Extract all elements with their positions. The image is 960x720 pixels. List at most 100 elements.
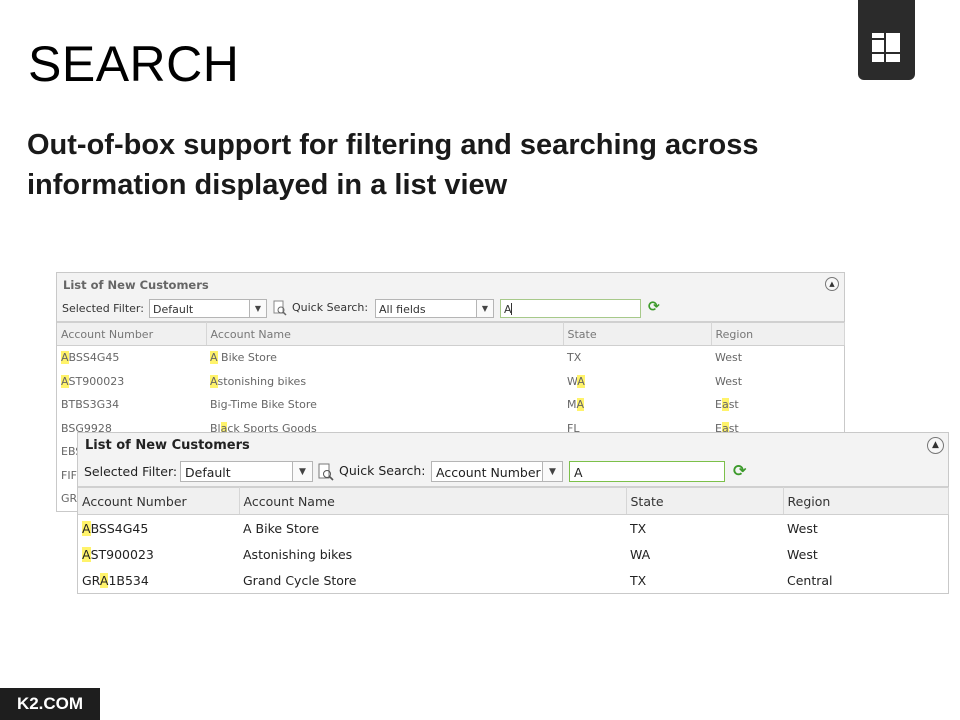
table-cell: TX [626, 515, 783, 542]
column-header[interactable]: Account Name [206, 322, 564, 346]
search-highlight: a [721, 398, 729, 412]
selected-filter-label: Selected Filter: [62, 302, 144, 315]
footer-brand: K2.COM [0, 688, 100, 720]
column-header[interactable]: State [626, 487, 784, 515]
table-cell: West [711, 346, 844, 370]
cell-text: st [728, 398, 739, 412]
cell-text: TX [630, 520, 647, 536]
table-cell: TX [563, 346, 711, 370]
quick-search-label: Quick Search: [292, 301, 369, 314]
quick-search-field-dropdown[interactable]: All fields ▼ [375, 299, 494, 318]
column-header[interactable]: Account Name [239, 487, 627, 515]
chevron-down-icon[interactable]: ▼ [292, 462, 312, 481]
table-cell: East [711, 393, 844, 417]
search-highlight: A [576, 398, 585, 412]
search-highlight: A [577, 374, 585, 388]
selected-filter-label: Selected Filter: [84, 464, 178, 479]
search-highlight: A [82, 520, 91, 536]
collapse-up-icon[interactable]: ▲ [927, 437, 944, 454]
table-row[interactable]: AST900023 Astonishing bikes WA West [78, 541, 948, 567]
table-row[interactable]: BTBS3G34 Big-Time Bike Store MA East [57, 393, 844, 417]
table-cell: ABSS4G45 [78, 515, 239, 542]
table-cell: A Bike Store [239, 515, 626, 542]
table-cell: Grand Cycle Store [239, 567, 626, 593]
chevron-down-icon[interactable]: ▼ [476, 300, 493, 317]
refresh-icon[interactable]: ⟳ [733, 461, 746, 480]
cell-text: Astonishing bikes [243, 546, 353, 562]
table-cell: Astonishing bikes [239, 541, 626, 567]
search-highlight: A [210, 374, 218, 388]
panel-title: List of New Customers [85, 438, 250, 453]
table-cell: BTBS3G34 [57, 393, 206, 417]
search-input[interactable]: A [569, 461, 725, 482]
quick-search-icon [273, 300, 287, 319]
column-header[interactable]: Account Number [57, 322, 207, 346]
chevron-down-icon[interactable]: ▼ [249, 300, 266, 317]
search-highlight: A [210, 351, 218, 365]
table-cell: AST900023 [78, 541, 239, 567]
cell-text: ST900023 [68, 374, 125, 388]
panel-title: List of New Customers [63, 278, 209, 292]
panel-header: List of New Customers ▲ [78, 433, 948, 459]
filter-toolbar: Selected Filter: Default ▼ Quick Search:… [78, 458, 948, 487]
table-cell: West [711, 370, 844, 394]
k2-grid-logo-icon [858, 0, 915, 80]
list-panel-account-number: List of New Customers ▲ Selected Filter:… [77, 432, 949, 594]
table-row[interactable]: ABSS4G45 A Bike Store TX West [78, 515, 948, 542]
table-cell: WA [626, 541, 783, 567]
search-highlight: A [61, 351, 69, 365]
slide-title: SEARCH [28, 36, 240, 92]
cell-text: 1B534 [108, 572, 149, 588]
table-row[interactable]: AST900023 Astonishing bikes WA West [57, 370, 844, 394]
cell-text: GR [82, 572, 100, 588]
table-cell: West [783, 515, 948, 542]
cell-text: West [715, 351, 743, 365]
quick-search-label: Quick Search: [339, 463, 426, 478]
table-cell: Astonishing bikes [206, 370, 563, 394]
customers-table: Account Number Account Name State Region AB… [78, 487, 949, 593]
search-highlight: A [61, 374, 69, 388]
cell-text: TX [567, 351, 582, 365]
selected-filter-dropdown[interactable]: Default ▼ [180, 461, 313, 482]
panel-header: List of New Customers ▲ [57, 273, 844, 297]
table-row[interactable]: GRA1B534 Grand Cycle Store TX Central [78, 567, 948, 593]
search-highlight: A [82, 546, 91, 562]
cell-text: BSS4G45 [90, 520, 149, 536]
cell-text: GR [61, 492, 78, 506]
table-cell: West [783, 541, 948, 567]
cell-text: BTBS3G34 [61, 398, 120, 412]
table-cell: WA [563, 370, 711, 394]
column-header[interactable]: Region [711, 322, 845, 346]
quick-search-icon [318, 463, 334, 484]
cell-text: FIF [61, 468, 77, 482]
cell-text: BSS4G45 [68, 351, 120, 365]
quick-search-field-dropdown[interactable]: Account Number ▼ [431, 461, 563, 482]
table-cell: MA [563, 393, 711, 417]
table-row[interactable]: ABSS4G45 A Bike Store TX West [57, 346, 844, 370]
table-cell: TX [626, 567, 783, 593]
table-cell: GRA1B534 [78, 567, 239, 593]
collapse-up-icon[interactable]: ▲ [825, 277, 839, 291]
table-cell: A Bike Store [206, 346, 563, 370]
cell-text: Bike Store [217, 351, 277, 365]
selected-filter-dropdown[interactable]: Default ▼ [149, 299, 267, 318]
table-cell: Big-Time Bike Store [206, 393, 563, 417]
slide-subtitle: Out-of-box support for filtering and sea… [27, 129, 759, 201]
cell-text: W [567, 374, 578, 388]
cell-text: West [787, 546, 818, 562]
search-input[interactable]: A [500, 299, 641, 318]
cell-text: Central [787, 572, 833, 588]
refresh-icon[interactable]: ⟳ [648, 299, 660, 315]
cell-text: Big-Time Bike Store [210, 398, 317, 412]
table-cell: AST900023 [57, 370, 206, 394]
column-header[interactable]: Account Number [78, 487, 240, 515]
column-header[interactable]: State [563, 322, 712, 346]
column-header[interactable]: Region [783, 487, 949, 515]
cell-text: West [787, 520, 818, 536]
chevron-down-icon[interactable]: ▼ [542, 462, 562, 481]
cell-text: A Bike Store [243, 520, 320, 536]
cell-text: WA [630, 546, 651, 562]
cell-text: E [715, 398, 722, 412]
cell-text: Grand Cycle Store [243, 572, 357, 588]
table-cell: Central [783, 567, 948, 593]
